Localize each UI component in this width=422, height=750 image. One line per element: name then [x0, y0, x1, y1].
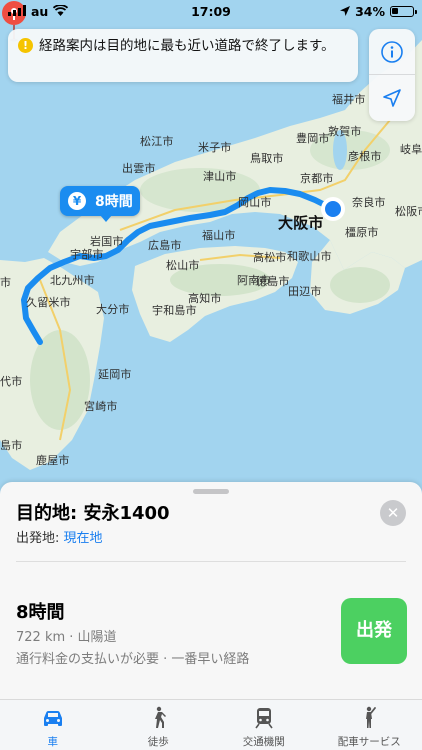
map-label-kashihara: 橿原市: [345, 226, 379, 239]
battery-icon: [390, 6, 417, 17]
tracking-button[interactable]: [369, 75, 415, 121]
close-icon: ✕: [386, 504, 400, 522]
map-label-hikone: 彦根市: [348, 150, 382, 163]
status-bar: au 17:09 34%: [0, 0, 422, 22]
car-icon: [43, 711, 62, 726]
origin-prefix: 出発地:: [16, 531, 64, 546]
walking-icon: [155, 706, 167, 728]
info-circle-icon: [381, 40, 403, 63]
origin-current-location-link[interactable]: 現在地: [64, 531, 103, 546]
tab-walking-label: 徒歩: [147, 736, 169, 748]
location-arrow-icon: [340, 4, 351, 19]
go-button[interactable]: 出発: [341, 598, 407, 664]
route-duration-label: 8時間: [95, 194, 133, 210]
route-note: 通行料金の支払いが必要 · 一番早い経路: [16, 652, 250, 667]
map-label-anan: 阿南市: [237, 274, 271, 287]
map-label-matsue: 松江市: [140, 135, 174, 148]
train-icon: [255, 708, 273, 729]
ride-hailing-icon: [366, 706, 377, 728]
map-label-dai: 代市: [0, 375, 23, 388]
map-info-button[interactable]: [369, 29, 415, 75]
map-label-kochi: 高知市: [188, 292, 222, 305]
map-label-kanoya: 鹿屋市: [36, 454, 70, 467]
divider: [16, 561, 406, 562]
map-label-wakayama: 和歌山市: [287, 250, 332, 263]
map-label-nara: 奈良市: [352, 196, 386, 209]
guidance-text: 経路案内は目的地に最も近い道路で終了します。: [39, 38, 335, 54]
battery-percent: 34%: [355, 4, 385, 19]
map-label-matsuyama: 松山市: [166, 259, 200, 272]
map-label-gifu: 岐阜: [400, 143, 422, 156]
map-label-osaka: 大阪市: [278, 214, 324, 232]
map-label-fukuyama: 福山市: [202, 229, 236, 242]
tab-walking[interactable]: 徒歩: [106, 700, 212, 750]
map-label-tottori: 鳥取市: [250, 152, 284, 165]
map-label-shi: 市: [0, 276, 12, 289]
map-label-yonago: 米子市: [198, 141, 232, 154]
location-arrow-outline-icon: [383, 89, 401, 107]
map-label-takamatsu: 高松市: [253, 251, 287, 264]
tab-car-label: 車: [47, 736, 59, 748]
map-label-tsuruga: 敦賀市: [328, 125, 362, 138]
map-label-toyooka: 豊岡市: [296, 132, 330, 145]
map-controls: [369, 29, 415, 121]
tab-ride[interactable]: 配車サービス: [317, 700, 422, 750]
map-label-miyazaki: 宮崎市: [84, 400, 118, 413]
map-label-nobeoka: 延岡市: [98, 368, 132, 381]
map-label-hiroshima: 広島市: [148, 239, 182, 252]
map-label-kitakyushu: 北九州市: [50, 274, 95, 287]
map-label-izumo: 出雲市: [122, 162, 156, 175]
tab-ride-label: 配車サービス: [337, 736, 401, 748]
tab-transit[interactable]: 交通機関: [211, 700, 317, 750]
map-label-kagoshima: 島市: [0, 439, 23, 452]
tab-car[interactable]: 車: [0, 700, 106, 750]
map-label-kurume: 久留米市: [26, 296, 71, 309]
map-label-oita: 大分市: [96, 303, 130, 316]
map-label-kyoto: 京都市: [300, 172, 334, 185]
close-button[interactable]: ✕: [380, 500, 406, 526]
map-label-ube: 宇部市: [70, 248, 104, 261]
info-icon: !: [18, 38, 33, 53]
sheet-grabber[interactable]: [193, 489, 229, 494]
map-label-matsusaka: 松阪市: [395, 205, 422, 218]
map-label-fukui: 福井市: [332, 93, 366, 106]
map-label-tsuyama: 津山市: [203, 170, 237, 183]
map-label-tanabe: 田辺市: [288, 285, 322, 298]
origin-line: 出発地: 現在地: [16, 527, 103, 546]
guidance-banner: ! 経路案内は目的地に最も近い道路で終了します。: [8, 29, 358, 82]
toll-yen-icon: ¥: [68, 192, 86, 210]
transport-mode-tabbar: 車 徒歩 交通機関 配車サービス: [0, 699, 422, 750]
tab-transit-label: 交通機関: [242, 736, 285, 748]
destination-title: 目的地: 安永1400: [16, 503, 170, 524]
map-label-okayama: 岡山市: [238, 196, 272, 209]
route-duration-bubble[interactable]: ¥ 8時間: [60, 186, 140, 222]
route-duration[interactable]: 8時間: [16, 598, 65, 624]
route-distance-via: 722 km · 山陽道: [16, 630, 117, 645]
